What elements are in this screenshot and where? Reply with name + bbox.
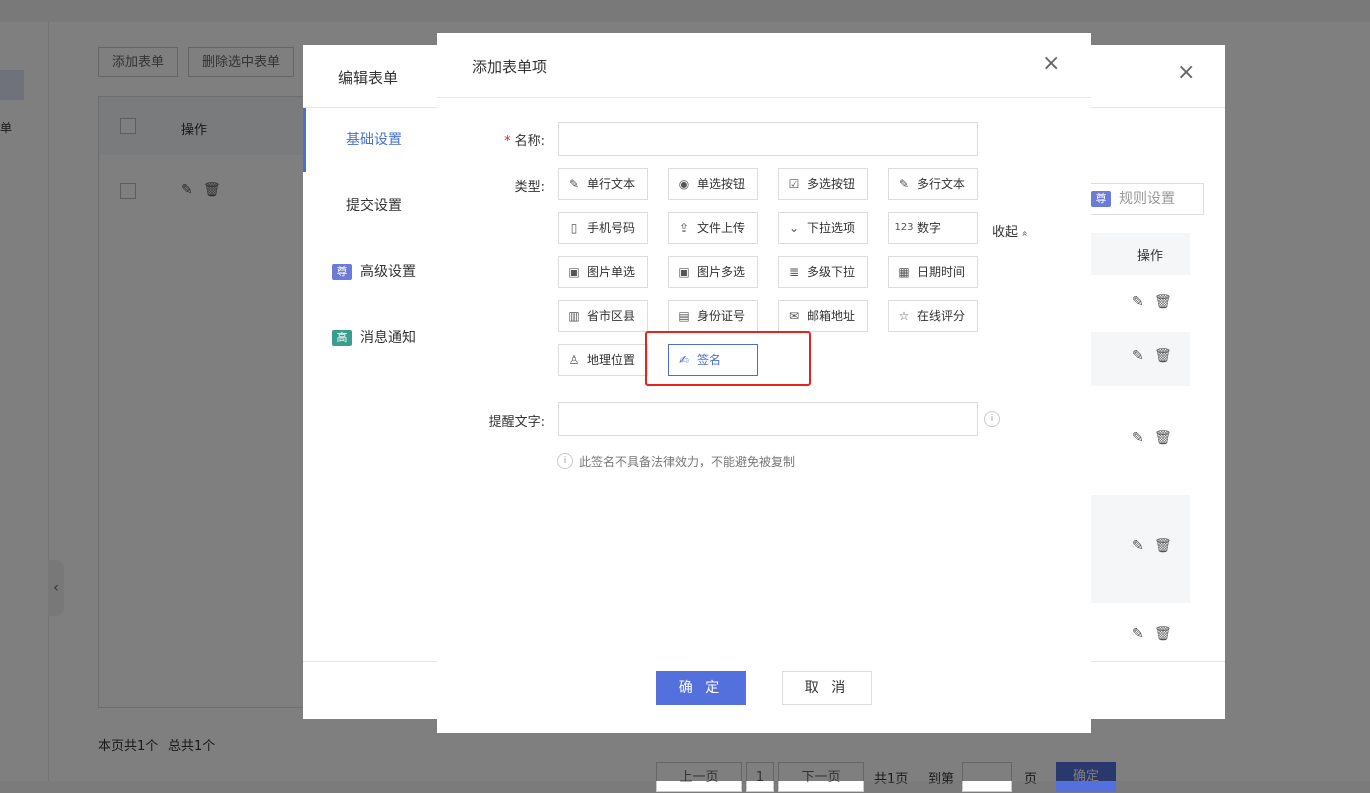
- type-option-icon: ♙: [568, 353, 580, 367]
- type-option-icon: ◉: [678, 177, 690, 191]
- type-option-icon: ✎: [898, 177, 910, 191]
- type-option[interactable]: ✎ 多行文本: [888, 168, 978, 200]
- type-option-icon: ☆: [898, 309, 910, 323]
- cancel-button[interactable]: 取 消: [782, 671, 872, 705]
- type-option[interactable]: ▣ 图片单选: [558, 256, 648, 288]
- type-option-label: 身份证号: [697, 309, 746, 323]
- hint-text-input[interactable]: [558, 402, 978, 436]
- signature-notice-text: 此签名不具备法律效力，不能避免被复制: [579, 455, 796, 469]
- tab-label: 高级设置: [360, 264, 416, 280]
- type-option[interactable]: ≣ 多级下拉: [778, 256, 868, 288]
- type-option-label: 在线评分: [917, 309, 966, 323]
- rule-settings-button[interactable]: 尊规则设置: [1086, 183, 1204, 215]
- highlight-box: [645, 331, 811, 386]
- type-option-icon: ▣: [568, 265, 580, 279]
- edit-icon[interactable]: ✎: [1132, 294, 1144, 310]
- close-icon[interactable]: ×: [1042, 53, 1060, 75]
- tab-advanced-settings[interactable]: 尊高级设置: [303, 240, 437, 304]
- tab-message-notify[interactable]: 高消息通知: [303, 306, 437, 370]
- type-option-icon: ☑: [788, 177, 800, 191]
- type-option-label: 日期时间: [917, 265, 966, 279]
- type-option-icon: ✉: [788, 309, 800, 323]
- add-form-item-dialog: 添加表单项 × * 名称: 类型: ✎ 单行文本 ◉ 单选按钮 ☑ 多选按钮 ✎ 多行文本 ▯ 手机…: [437, 33, 1091, 733]
- type-option-label: 下拉选项: [807, 221, 856, 235]
- type-option-label: 省市区县: [587, 309, 636, 323]
- edit-icon[interactable]: ✎: [1132, 626, 1144, 642]
- type-option-icon: ⇪: [678, 221, 690, 235]
- delete-icon[interactable]: 🗑: [1154, 294, 1172, 310]
- type-option-label: 多行文本: [917, 177, 966, 191]
- type-option-label: 手机号码: [587, 221, 636, 235]
- delete-icon[interactable]: 🗑: [1154, 348, 1172, 364]
- type-option[interactable]: ▤ 身份证号: [668, 300, 758, 332]
- type-option-icon: ▤: [678, 309, 690, 323]
- tab-label: 提交设置: [346, 198, 402, 214]
- confirm-button[interactable]: 确 定: [656, 671, 746, 705]
- type-option[interactable]: ◉ 单选按钮: [668, 168, 758, 200]
- edit-dialog-title: 编辑表单: [338, 69, 399, 87]
- type-option[interactable]: ⇪ 文件上传: [668, 212, 758, 244]
- type-option[interactable]: ▦ 日期时间: [888, 256, 978, 288]
- type-option-icon: ▥: [568, 309, 580, 323]
- hint-label: 提醒文字:: [488, 415, 545, 430]
- type-option-label: 文件上传: [697, 221, 746, 235]
- type-option-label: 多级下拉: [807, 265, 856, 279]
- type-option-label: 图片单选: [587, 265, 636, 279]
- type-option[interactable]: 123 数字: [888, 212, 978, 244]
- type-option-icon: ✎: [568, 177, 580, 191]
- premium-badge-icon: 尊: [1091, 191, 1111, 207]
- edit-icon[interactable]: ✎: [1132, 348, 1144, 364]
- type-option-label: 邮箱地址: [807, 309, 856, 323]
- collapse-toggle[interactable]: 收起 »: [992, 221, 1031, 240]
- tab-submit-settings[interactable]: 提交设置: [303, 174, 437, 238]
- type-option[interactable]: ▣ 图片多选: [668, 256, 758, 288]
- type-option-icon: ⌄: [788, 221, 800, 235]
- type-option-label: 图片多选: [697, 265, 746, 279]
- type-option[interactable]: ✉ 邮箱地址: [778, 300, 868, 332]
- type-option-icon: ▣: [678, 265, 690, 279]
- type-option-label: 数字: [917, 221, 942, 235]
- type-option[interactable]: ♙ 地理位置: [558, 344, 648, 376]
- pro-badge-icon: 高: [332, 330, 352, 346]
- delete-icon[interactable]: 🗑: [1154, 430, 1172, 446]
- info-icon[interactable]: i: [984, 411, 1000, 427]
- type-option[interactable]: ▥ 省市区县: [558, 300, 648, 332]
- dialog-title: 添加表单项: [472, 58, 548, 76]
- tab-basic-settings[interactable]: 基础设置: [303, 108, 440, 172]
- type-option[interactable]: ☑ 多选按钮: [778, 168, 868, 200]
- edit-icon[interactable]: ✎: [1132, 538, 1144, 554]
- right-operation-header: 操作: [1137, 249, 1164, 264]
- edit-icon[interactable]: ✎: [1132, 430, 1144, 446]
- type-option-icon: ▯: [570, 221, 578, 235]
- type-option[interactable]: ☆ 在线评分: [888, 300, 978, 332]
- edit-dialog-sidebar: 基础设置 提交设置 尊高级设置 高消息通知: [303, 108, 440, 661]
- type-option-icon: ▦: [898, 265, 910, 279]
- chevron-up-icon: »: [1019, 230, 1031, 237]
- notice-info-icon: i: [557, 453, 573, 469]
- type-option-icon: 123: [894, 222, 914, 233]
- type-option[interactable]: ⌄ 下拉选项: [778, 212, 868, 244]
- type-option-label: 单行文本: [587, 177, 636, 191]
- delete-icon[interactable]: 🗑: [1154, 538, 1172, 554]
- type-option-label: 地理位置: [587, 353, 636, 367]
- rule-settings-label: 规则设置: [1119, 191, 1175, 207]
- tab-label: 基础设置: [346, 132, 402, 148]
- type-option[interactable]: ▯ 手机号码: [558, 212, 648, 244]
- delete-icon[interactable]: 🗑: [1154, 626, 1172, 642]
- tab-label: 消息通知: [360, 330, 416, 346]
- close-icon[interactable]: ×: [1177, 62, 1195, 84]
- name-input[interactable]: [558, 122, 978, 156]
- name-label: * 名称:: [504, 134, 545, 149]
- type-option-label: 单选按钮: [697, 177, 746, 191]
- type-option-label: 多选按钮: [807, 177, 856, 191]
- type-label: 类型:: [514, 180, 545, 195]
- type-option[interactable]: ✎ 单行文本: [558, 168, 648, 200]
- dialog-header: 添加表单项 ×: [437, 33, 1091, 98]
- collapse-label: 收起: [992, 225, 1019, 240]
- type-option-icon: ≣: [788, 265, 800, 279]
- premium-badge-icon: 尊: [332, 264, 352, 280]
